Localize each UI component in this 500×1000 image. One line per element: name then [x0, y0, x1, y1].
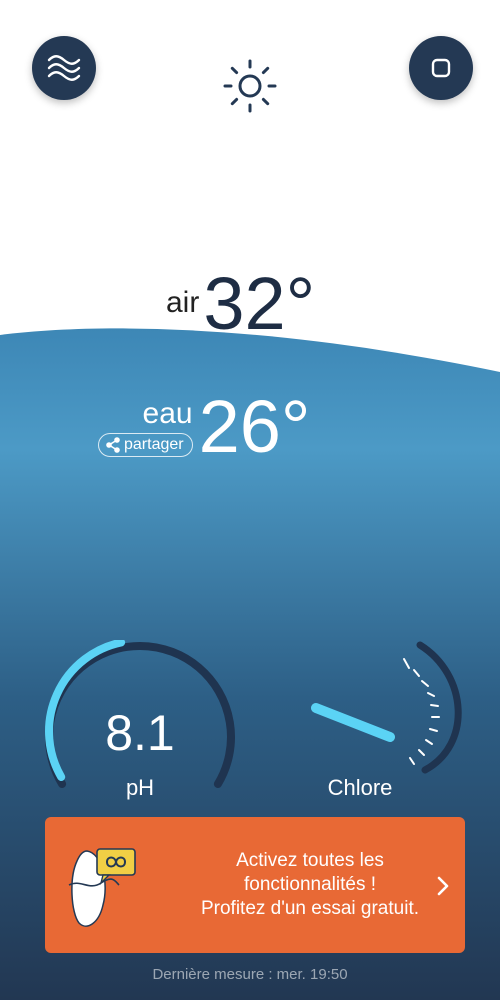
promo-line-3: Profitez d'un essai gratuit. [200, 898, 420, 919]
menu-button[interactable] [32, 36, 96, 100]
promo-line-2: fonctionnalités ! [243, 874, 377, 895]
air-label: air [166, 286, 200, 319]
last-measure-text: Dernière mesure : mer. 19:50 [152, 966, 348, 983]
water-temperature: eau partager 26° [98, 385, 311, 469]
square-button[interactable] [409, 36, 473, 100]
ph-value: 8.1 [105, 705, 175, 761]
sun-icon[interactable] [222, 58, 278, 114]
chlore-gauge[interactable] [300, 635, 470, 785]
pool-sensor-icon [68, 848, 136, 927]
air-value: 32° [203, 262, 316, 345]
waves-icon [47, 55, 81, 81]
air-temperature: air 32° [166, 262, 315, 346]
chlore-gauge-needle [311, 703, 395, 742]
free-trial-banner[interactable]: Activez toutes les fonctionnalités ! Pro… [45, 817, 465, 953]
share-icon [106, 437, 120, 453]
promo-text: Activez toutes les fonctionnalités ! Pro… [165, 849, 455, 921]
share-button[interactable]: partager [98, 433, 193, 457]
promo-line-1: Activez toutes les [236, 850, 384, 871]
chlore-gauge-ticks [403, 658, 440, 765]
square-icon [431, 58, 451, 78]
chevron-right-icon[interactable] [436, 876, 450, 896]
share-label: partager [124, 436, 184, 453]
water-value: 26° [198, 385, 311, 468]
chlore-gauge-arc [416, 641, 462, 774]
water-label: eau [142, 397, 193, 430]
chlore-label: Chlore [327, 775, 393, 800]
ph-label: pH [125, 775, 155, 800]
